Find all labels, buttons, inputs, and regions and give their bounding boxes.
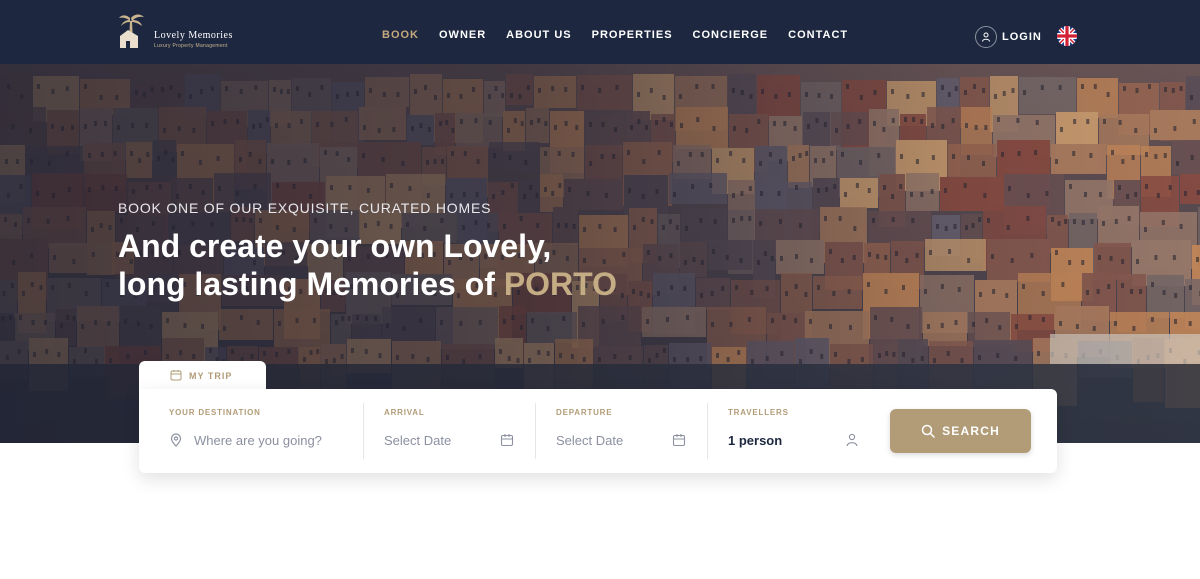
hero-title-line2: long lasting Memories of bbox=[118, 266, 504, 302]
departure-field[interactable]: DEPARTURE Select Date bbox=[536, 389, 707, 473]
hero-title: And create your own Lovely, long lasting… bbox=[118, 227, 678, 303]
login-label: LOGIN bbox=[1002, 31, 1042, 43]
hero-title-line1: And create your own Lovely, bbox=[118, 228, 552, 264]
login-button[interactable]: LOGIN bbox=[975, 26, 1042, 48]
main-nav: BOOK OWNER ABOUT US PROPERTIES CONCIERGE… bbox=[382, 29, 868, 41]
hero-title-accent: PORTO bbox=[503, 266, 618, 302]
site-header: Lovely Memories Luxury Property Manageme… bbox=[0, 0, 1200, 64]
user-icon bbox=[975, 26, 997, 48]
travellers-value[interactable]: 1 person bbox=[728, 433, 782, 448]
hero-kicker: BOOK ONE OF OUR EXQUISITE, CURATED HOMES bbox=[118, 200, 492, 216]
travellers-label: TRAVELLERS bbox=[728, 408, 789, 417]
brand-logo[interactable]: Lovely Memories Luxury Property Manageme… bbox=[118, 12, 258, 52]
tab-my-trip[interactable]: MY TRIP bbox=[139, 361, 266, 391]
arrival-label: ARRIVAL bbox=[384, 408, 425, 417]
uk-flag-icon[interactable] bbox=[1057, 26, 1077, 46]
arrival-input[interactable]: Select Date bbox=[384, 433, 451, 448]
search-icon bbox=[921, 424, 935, 438]
nav-item-owner[interactable]: OWNER bbox=[439, 29, 486, 41]
destination-label: YOUR DESTINATION bbox=[169, 408, 261, 417]
nav-item-concierge[interactable]: CONCIERGE bbox=[693, 29, 769, 41]
calendar-icon bbox=[170, 370, 182, 381]
calendar-icon bbox=[672, 434, 686, 447]
nav-item-about-us[interactable]: ABOUT US bbox=[506, 29, 571, 41]
location-pin-icon bbox=[170, 433, 182, 447]
search-form: YOUR DESTINATION Where are you going? AR… bbox=[139, 389, 1057, 473]
departure-label: DEPARTURE bbox=[556, 408, 613, 417]
brand-tagline: Luxury Property Management bbox=[154, 43, 228, 49]
nav-item-properties[interactable]: PROPERTIES bbox=[592, 29, 673, 41]
destination-input[interactable]: Where are you going? bbox=[194, 433, 322, 448]
user-icon bbox=[846, 433, 858, 447]
brand-name: Lovely Memories bbox=[154, 30, 233, 41]
calendar-icon bbox=[500, 434, 514, 447]
travellers-field[interactable]: TRAVELLERS 1 person bbox=[708, 389, 868, 473]
destination-field[interactable]: YOUR DESTINATION Where are you going? bbox=[139, 389, 363, 473]
search-button[interactable]: SEARCH bbox=[890, 409, 1031, 453]
search-button-label: SEARCH bbox=[942, 424, 1000, 438]
arrival-field[interactable]: ARRIVAL Select Date bbox=[364, 389, 535, 473]
nav-item-contact[interactable]: CONTACT bbox=[788, 29, 848, 41]
departure-input[interactable]: Select Date bbox=[556, 433, 623, 448]
tab-my-trip-label: MY TRIP bbox=[189, 371, 233, 381]
palm-house-icon bbox=[119, 14, 144, 48]
nav-item-book[interactable]: BOOK bbox=[382, 29, 419, 41]
